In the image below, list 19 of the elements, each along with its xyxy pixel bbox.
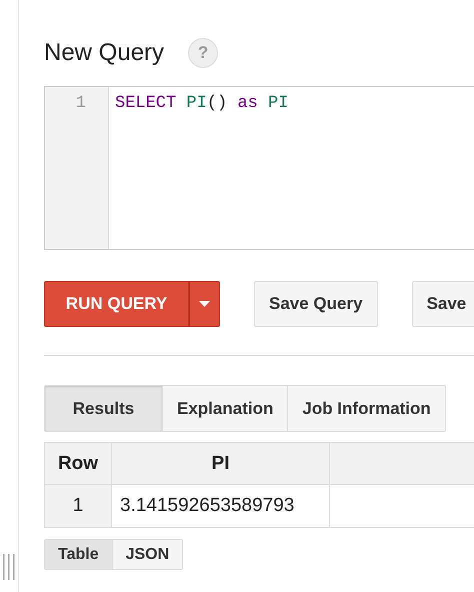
view-toggle[interactable]: JSON <box>112 540 182 569</box>
run-query-button[interactable]: RUN QUERY <box>44 281 189 327</box>
result-tab[interactable]: Results <box>45 386 162 431</box>
table-cell: 1 <box>44 484 112 528</box>
grip-icon[interactable] <box>3 554 15 580</box>
code-line: SELECT PI() as PI <box>114 93 290 115</box>
query-editor[interactable]: 1 SELECT PI() as PI <box>44 86 474 250</box>
run-options-button[interactable] <box>189 281 220 327</box>
save-button[interactable]: Save Query <box>254 281 378 327</box>
column-header: PI <box>112 442 330 484</box>
line-number: 1 <box>76 94 86 113</box>
save-button[interactable]: Save <box>412 281 474 327</box>
result-tab[interactable]: Explanation <box>162 386 288 431</box>
caret-icon <box>199 301 210 307</box>
view-toggle[interactable]: Table <box>45 540 112 569</box>
result-tab[interactable]: Job Information <box>287 386 445 431</box>
table-cell: 3.141592653589793 <box>112 484 330 528</box>
page-title: New Query <box>44 39 164 67</box>
column-header: Row <box>44 442 112 484</box>
